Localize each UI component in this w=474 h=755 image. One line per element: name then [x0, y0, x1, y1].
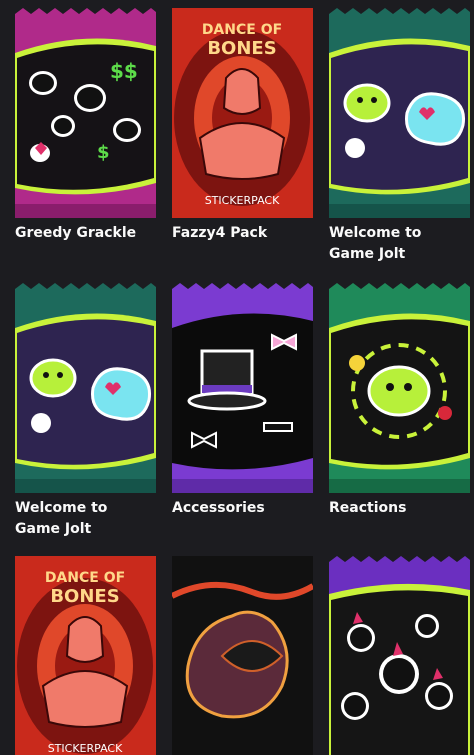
top-hat-bow [172, 283, 313, 493]
pack-image[interactable]: DANCE OF BONES STICKERPACK [15, 556, 156, 755]
pack-label[interactable]: Fazzy4 Pack [172, 223, 313, 244]
pack-title-line: BONES [207, 38, 276, 59]
pack-image[interactable] [172, 556, 313, 755]
svg-text:$$: $$ [110, 59, 138, 83]
pack-image[interactable] [15, 283, 156, 493]
game-jolt-mascots [329, 8, 470, 218]
dark-creature [172, 556, 313, 755]
pack-label[interactable]: Welcome to Game Jolt [329, 223, 470, 265]
pack-title-line: DANCE OF [202, 22, 282, 38]
reaction-mascot [329, 283, 470, 493]
game-jolt-mascots [15, 283, 156, 493]
pack-label[interactable]: Reactions [329, 498, 470, 519]
svg-text:$: $ [97, 142, 110, 163]
pack-footer: STICKERPACK [48, 742, 123, 755]
pack-image[interactable] [329, 283, 470, 493]
fazzy-character: DANCE OF BONES STICKERPACK [15, 556, 156, 755]
bat-creatures [329, 556, 470, 755]
pack-image[interactable]: DANCE OF BONES STICKERPACK [172, 8, 313, 218]
pack-label[interactable]: Accessories [172, 498, 313, 519]
pack-title-line: DANCE OF [45, 570, 125, 586]
pack-image[interactable]: $$ $ [15, 8, 156, 218]
pack-image[interactable] [329, 556, 470, 755]
pack-footer: STICKERPACK [205, 194, 280, 207]
pack-label[interactable]: Welcome to Game Jolt [15, 498, 156, 540]
ghost-dollar-icons: $$ $ [15, 8, 156, 218]
fazzy-character: DANCE OF BONES STICKERPACK [172, 8, 313, 218]
sticker-pack-grid: $$ $ Greedy Grackle DANCE OF BONES STICK… [0, 0, 474, 755]
pack-image[interactable] [172, 283, 313, 493]
pack-title-line: BONES [50, 586, 119, 607]
pack-image[interactable] [329, 8, 470, 218]
pack-label[interactable]: Greedy Grackle [15, 223, 156, 244]
